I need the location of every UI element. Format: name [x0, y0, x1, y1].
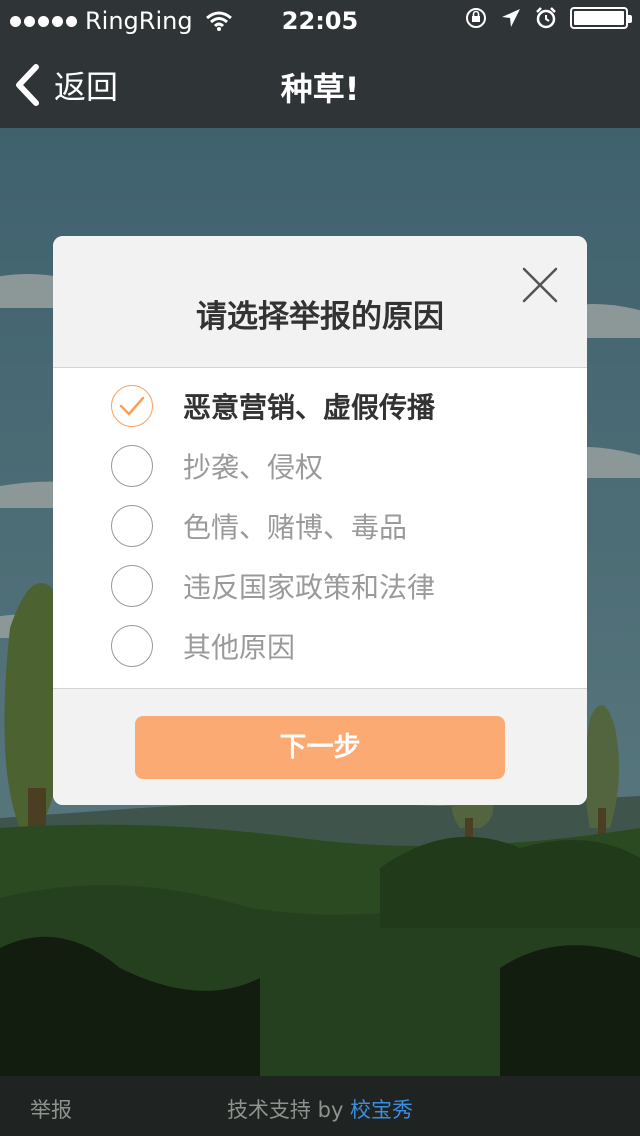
reason-option[interactable]: 色情、赌博、毒品 — [111, 501, 541, 551]
reason-option[interactable]: 其他原因 — [111, 621, 541, 671]
radio-unchecked-icon[interactable] — [111, 445, 153, 487]
radio-checked-icon[interactable] — [111, 385, 153, 427]
status-bar: RingRing 22:05 — [0, 0, 640, 40]
reason-option[interactable]: 恶意营销、虚假传播 — [111, 381, 541, 431]
reason-label: 恶意营销、虚假传播 — [183, 391, 436, 424]
brand-link[interactable]: 校宝秀 — [350, 1098, 413, 1122]
report-dialog: 请选择举报的原因 恶意营销、虚假传播 抄袭、侵权 色情、赌博、毒品 违反国家政策… — [53, 236, 587, 805]
reason-label: 其他原因 — [183, 631, 296, 664]
reason-options: 恶意营销、虚假传播 抄袭、侵权 色情、赌博、毒品 违反国家政策和法律 其他原因 — [53, 368, 587, 688]
credit-prefix: 技术支持 by — [226, 1098, 351, 1122]
dialog-header: 请选择举报的原因 — [53, 236, 587, 368]
battery-icon — [570, 7, 632, 29]
dialog-title: 请选择举报的原因 — [196, 299, 444, 335]
footer-bar: 举报 技术支持 by 校宝秀 — [0, 1076, 640, 1136]
close-icon[interactable] — [521, 266, 559, 304]
location-icon — [502, 9, 520, 27]
page-title: 种草! — [280, 70, 360, 108]
rotation-lock-icon — [466, 8, 486, 28]
nav-bar: 返回 种草! — [0, 40, 640, 128]
next-step-button[interactable]: 下一步 — [135, 716, 505, 779]
checkmark-icon — [119, 396, 144, 415]
reason-label: 抄袭、侵权 — [183, 451, 324, 484]
radio-unchecked-icon[interactable] — [111, 505, 153, 547]
alarm-icon — [536, 7, 556, 29]
reason-option[interactable]: 违反国家政策和法律 — [111, 561, 541, 611]
radio-unchecked-icon[interactable] — [111, 625, 153, 667]
reason-label: 色情、赌博、毒品 — [183, 511, 408, 544]
radio-unchecked-icon[interactable] — [111, 565, 153, 607]
tech-support-credit: 技术支持 by 校宝秀 — [0, 1094, 640, 1124]
reason-option[interactable]: 抄袭、侵权 — [111, 441, 541, 491]
dialog-footer: 下一步 — [53, 688, 587, 805]
reason-label: 违反国家政策和法律 — [183, 571, 436, 604]
